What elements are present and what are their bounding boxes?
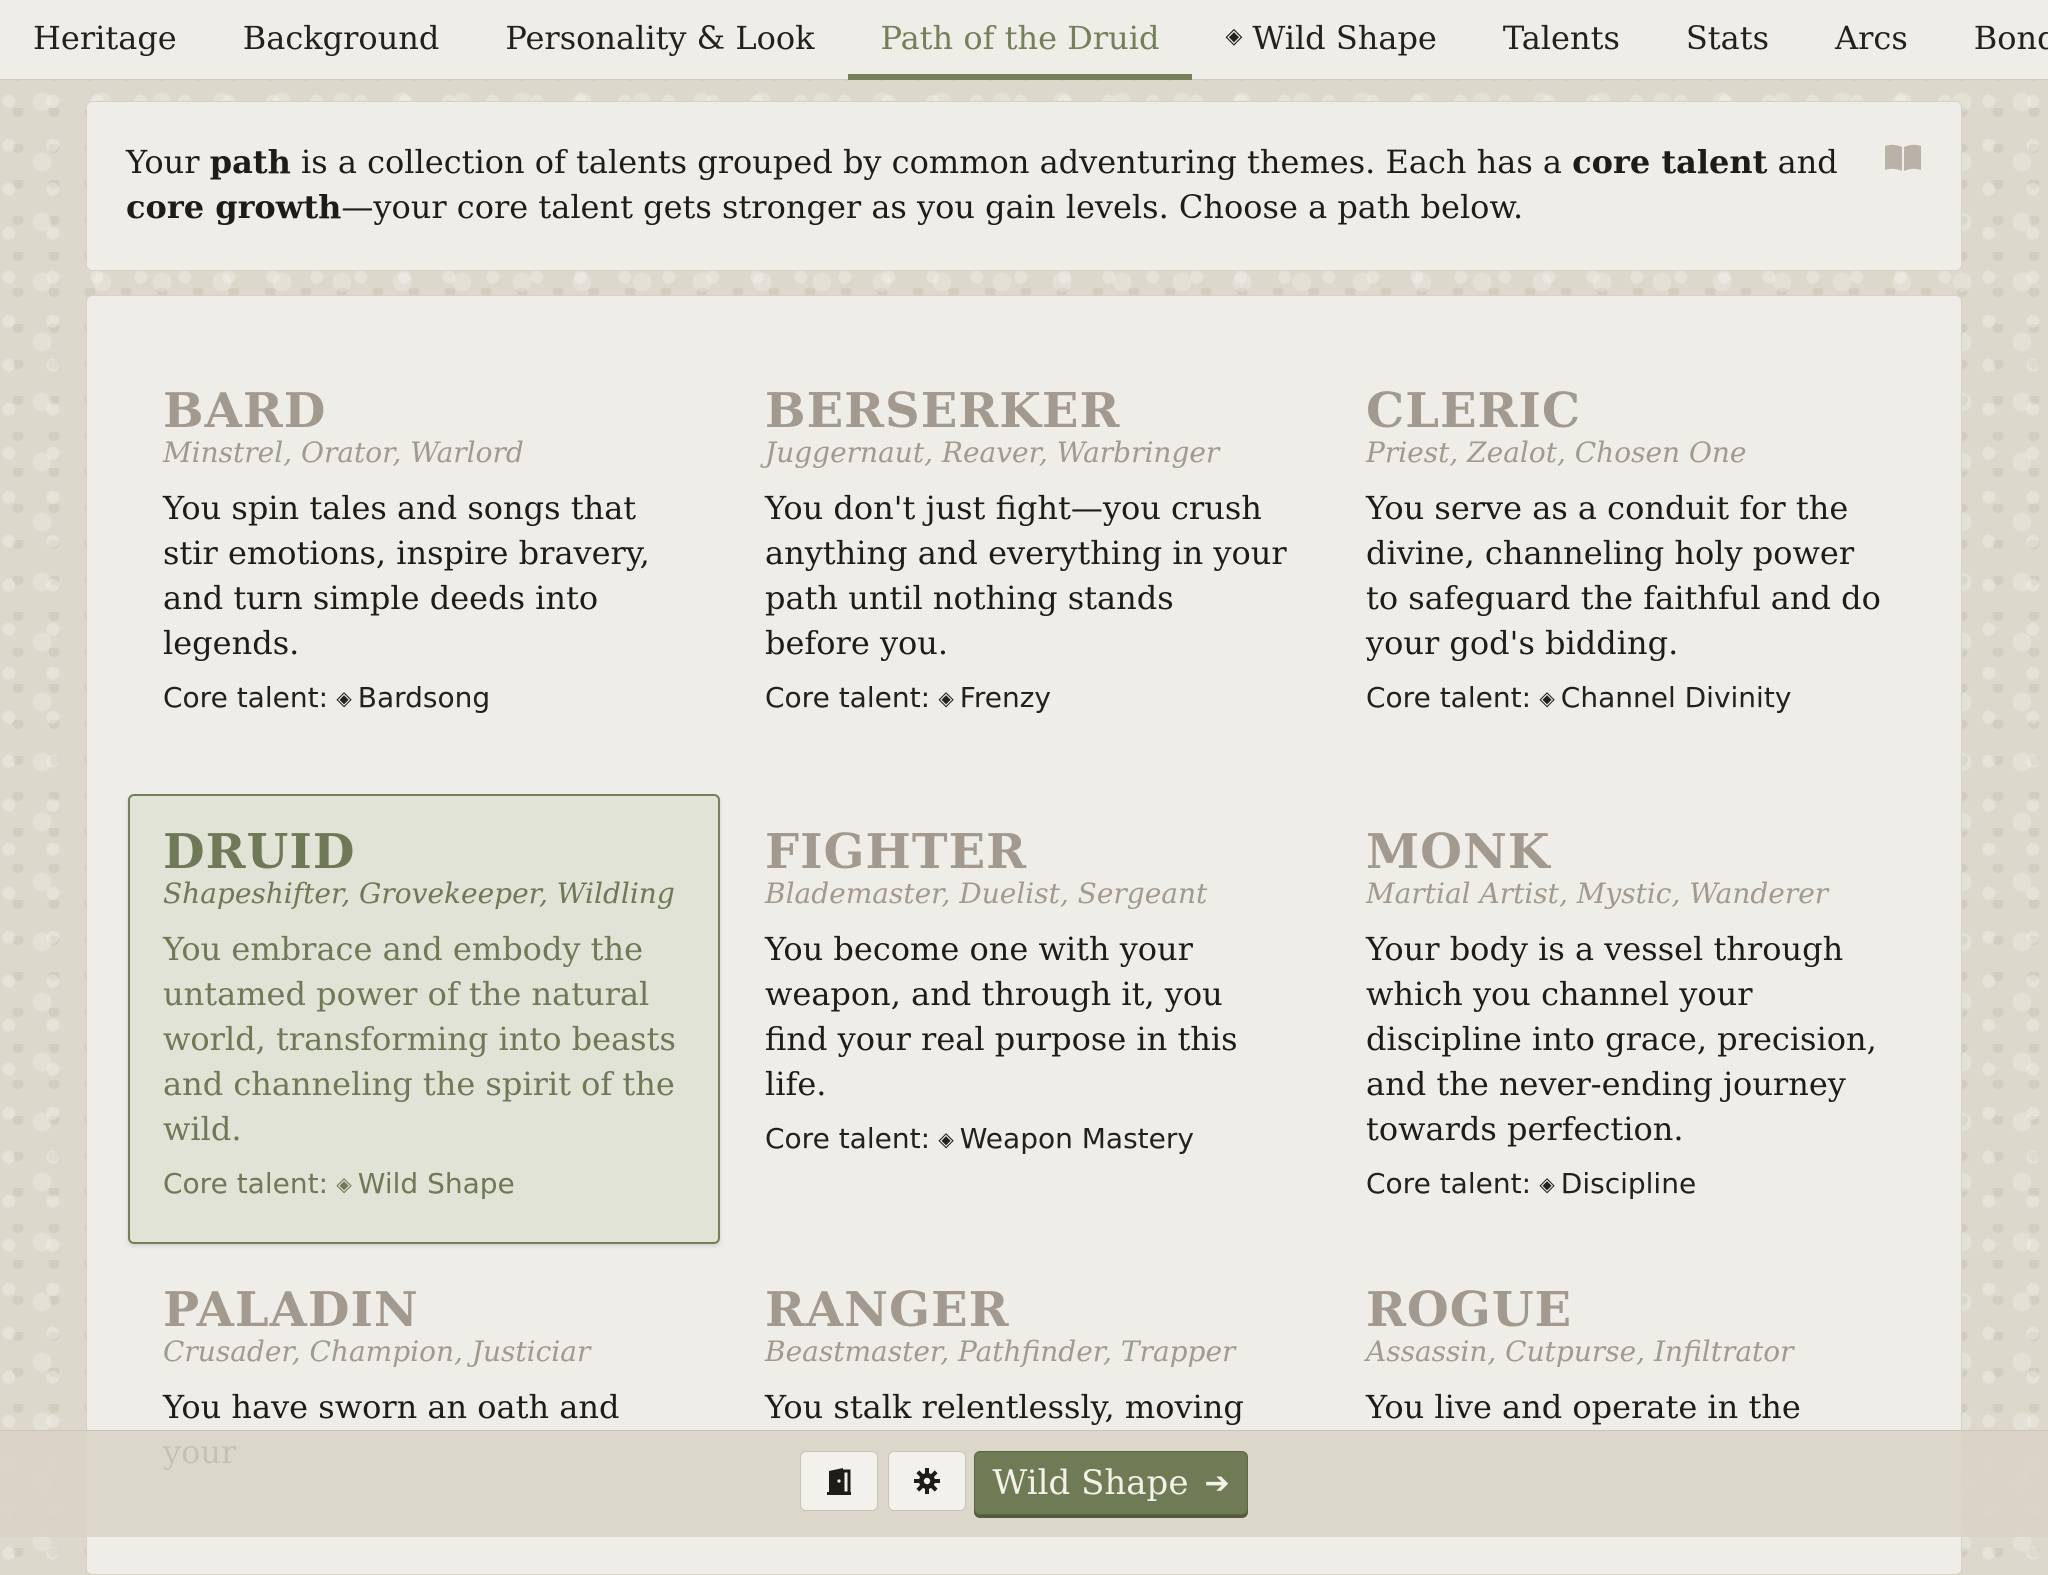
tab-wild-shape[interactable]: ◈ Wild Shape: [1192, 0, 1469, 76]
path-subtitle: Minstrel, Orator, Warlord: [163, 436, 524, 469]
path-description: You become one with your weapon, and thr…: [765, 930, 1238, 1103]
path-title: MONK: [1366, 824, 1551, 880]
tab-label: Arcs: [1835, 19, 1908, 57]
path-title: PALADIN: [163, 1282, 419, 1338]
tab-stats[interactable]: Stats: [1653, 0, 1802, 76]
path-card-ranger[interactable]: RANGER Beastmaster, Pathfinder, Trapper …: [730, 1252, 1322, 1456]
diamond-icon: ◈: [1225, 23, 1243, 49]
path-subtitle: Blademaster, Duelist, Sergeant: [765, 877, 1208, 910]
diamond-icon: ◈: [932, 1127, 954, 1151]
path-card-bard[interactable]: BARD Minstrel, Orator, Warlord You spin …: [128, 353, 720, 744]
path-title: DRUID: [163, 824, 356, 880]
path-description: You spin tales and songs that stir emoti…: [163, 489, 650, 662]
diamond-icon: ◈: [932, 686, 954, 710]
tab-personality-look[interactable]: Personality & Look: [472, 0, 847, 76]
path-card-berserker[interactable]: BERSERKER Juggernaut, Reaver, Warbringer…: [730, 353, 1322, 744]
tab-label: Path of the Druid: [880, 19, 1160, 57]
path-card-cleric[interactable]: CLERIC Priest, Zealot, Chosen One You se…: [1331, 353, 1923, 744]
path-subtitle: Juggernaut, Reaver, Warbringer: [765, 436, 1220, 469]
tab-label: Bonds: [1973, 19, 2048, 57]
path-description: You don't just fight—you crush anything …: [765, 489, 1287, 662]
path-subtitle: Martial Artist, Mystic, Wanderer: [1366, 877, 1829, 910]
path-card-druid[interactable]: DRUID Shapeshifter, Grovekeeper, Wildlin…: [128, 794, 720, 1244]
book-icon[interactable]: [1883, 142, 1923, 174]
next-button[interactable]: Wild Shape ➔: [974, 1451, 1248, 1515]
diamond-icon: ◈: [1533, 686, 1555, 710]
path-description: You embrace and embody the untamed power…: [163, 930, 676, 1148]
path-title: CLERIC: [1366, 383, 1582, 439]
path-core-talent: Core talent: ◈ Frenzy: [765, 681, 1051, 714]
path-card-fighter[interactable]: FIGHTER Blademaster, Duelist, Sergeant Y…: [730, 794, 1322, 1185]
path-list-panel: BARD Minstrel, Orator, Warlord You spin …: [86, 295, 1962, 1575]
settings-button[interactable]: [888, 1451, 966, 1511]
arrow-right-icon: ➔: [1204, 1465, 1230, 1501]
tab-label: Stats: [1685, 19, 1769, 57]
intro-panel: Your path is a collection of talents gro…: [86, 101, 1962, 271]
path-title: FIGHTER: [765, 824, 1028, 880]
path-description: Your body is a vessel through which you …: [1366, 930, 1877, 1148]
tab-bar: Heritage Background Personality & Look P…: [0, 0, 2048, 80]
path-core-talent: Core talent: ◈ Discipline: [1366, 1167, 1697, 1200]
exit-button[interactable]: [800, 1451, 878, 1511]
path-subtitle: Priest, Zealot, Chosen One: [1366, 436, 1747, 469]
tab-background[interactable]: Background: [210, 0, 473, 76]
path-description: You stalk relentlessly, moving: [765, 1388, 1244, 1426]
path-core-talent: Core talent: ◈ Weapon Mastery: [765, 1122, 1194, 1155]
tab-arcs[interactable]: Arcs: [1802, 0, 1941, 76]
intro-text: Your path is a collection of talents gro…: [126, 143, 1838, 226]
path-core-talent: Core talent: ◈ Wild Shape: [163, 1167, 515, 1200]
diamond-icon: ◈: [330, 686, 352, 710]
gear-icon: [914, 1468, 940, 1494]
tab-label: Personality & Look: [505, 19, 815, 57]
path-subtitle: Crusader, Champion, Justiciar: [163, 1335, 591, 1368]
tab-label: Background: [242, 19, 440, 57]
tab-heritage[interactable]: Heritage: [0, 0, 210, 76]
tab-label: Wild Shape: [1252, 19, 1437, 57]
path-core-talent: Core talent: ◈ Bardsong: [163, 681, 491, 714]
path-description: You serve as a conduit for the divine, c…: [1366, 489, 1881, 662]
diamond-icon: ◈: [330, 1172, 352, 1196]
path-subtitle: Assassin, Cutpurse, Infiltrator: [1366, 1335, 1794, 1368]
path-title: ROGUE: [1366, 1282, 1573, 1338]
diamond-icon: ◈: [1533, 1172, 1555, 1196]
tab-label: Heritage: [33, 19, 177, 57]
bottom-action-bar: Wild Shape ➔: [0, 1430, 2048, 1537]
tab-label: Talents: [1502, 19, 1620, 57]
path-description: You live and operate in the: [1366, 1388, 1801, 1426]
tab-talents[interactable]: Talents: [1470, 0, 1653, 76]
path-title: BERSERKER: [765, 383, 1121, 439]
path-card-rogue[interactable]: ROGUE Assassin, Cutpurse, Infiltrator Yo…: [1331, 1252, 1923, 1456]
path-subtitle: Beastmaster, Pathfinder, Trapper: [765, 1335, 1236, 1368]
next-button-label: Wild Shape: [992, 1463, 1189, 1503]
path-title: RANGER: [765, 1282, 1010, 1338]
tab-path[interactable]: Path of the Druid: [847, 0, 1193, 80]
path-subtitle: Shapeshifter, Grovekeeper, Wildling: [163, 877, 675, 910]
path-core-talent: Core talent: ◈ Channel Divinity: [1366, 681, 1792, 714]
path-title: BARD: [163, 383, 327, 439]
door-exit-icon: [827, 1468, 851, 1495]
path-card-monk[interactable]: MONK Martial Artist, Mystic, Wanderer Yo…: [1331, 794, 1923, 1230]
tab-bonds[interactable]: Bonds: [1941, 0, 2048, 76]
